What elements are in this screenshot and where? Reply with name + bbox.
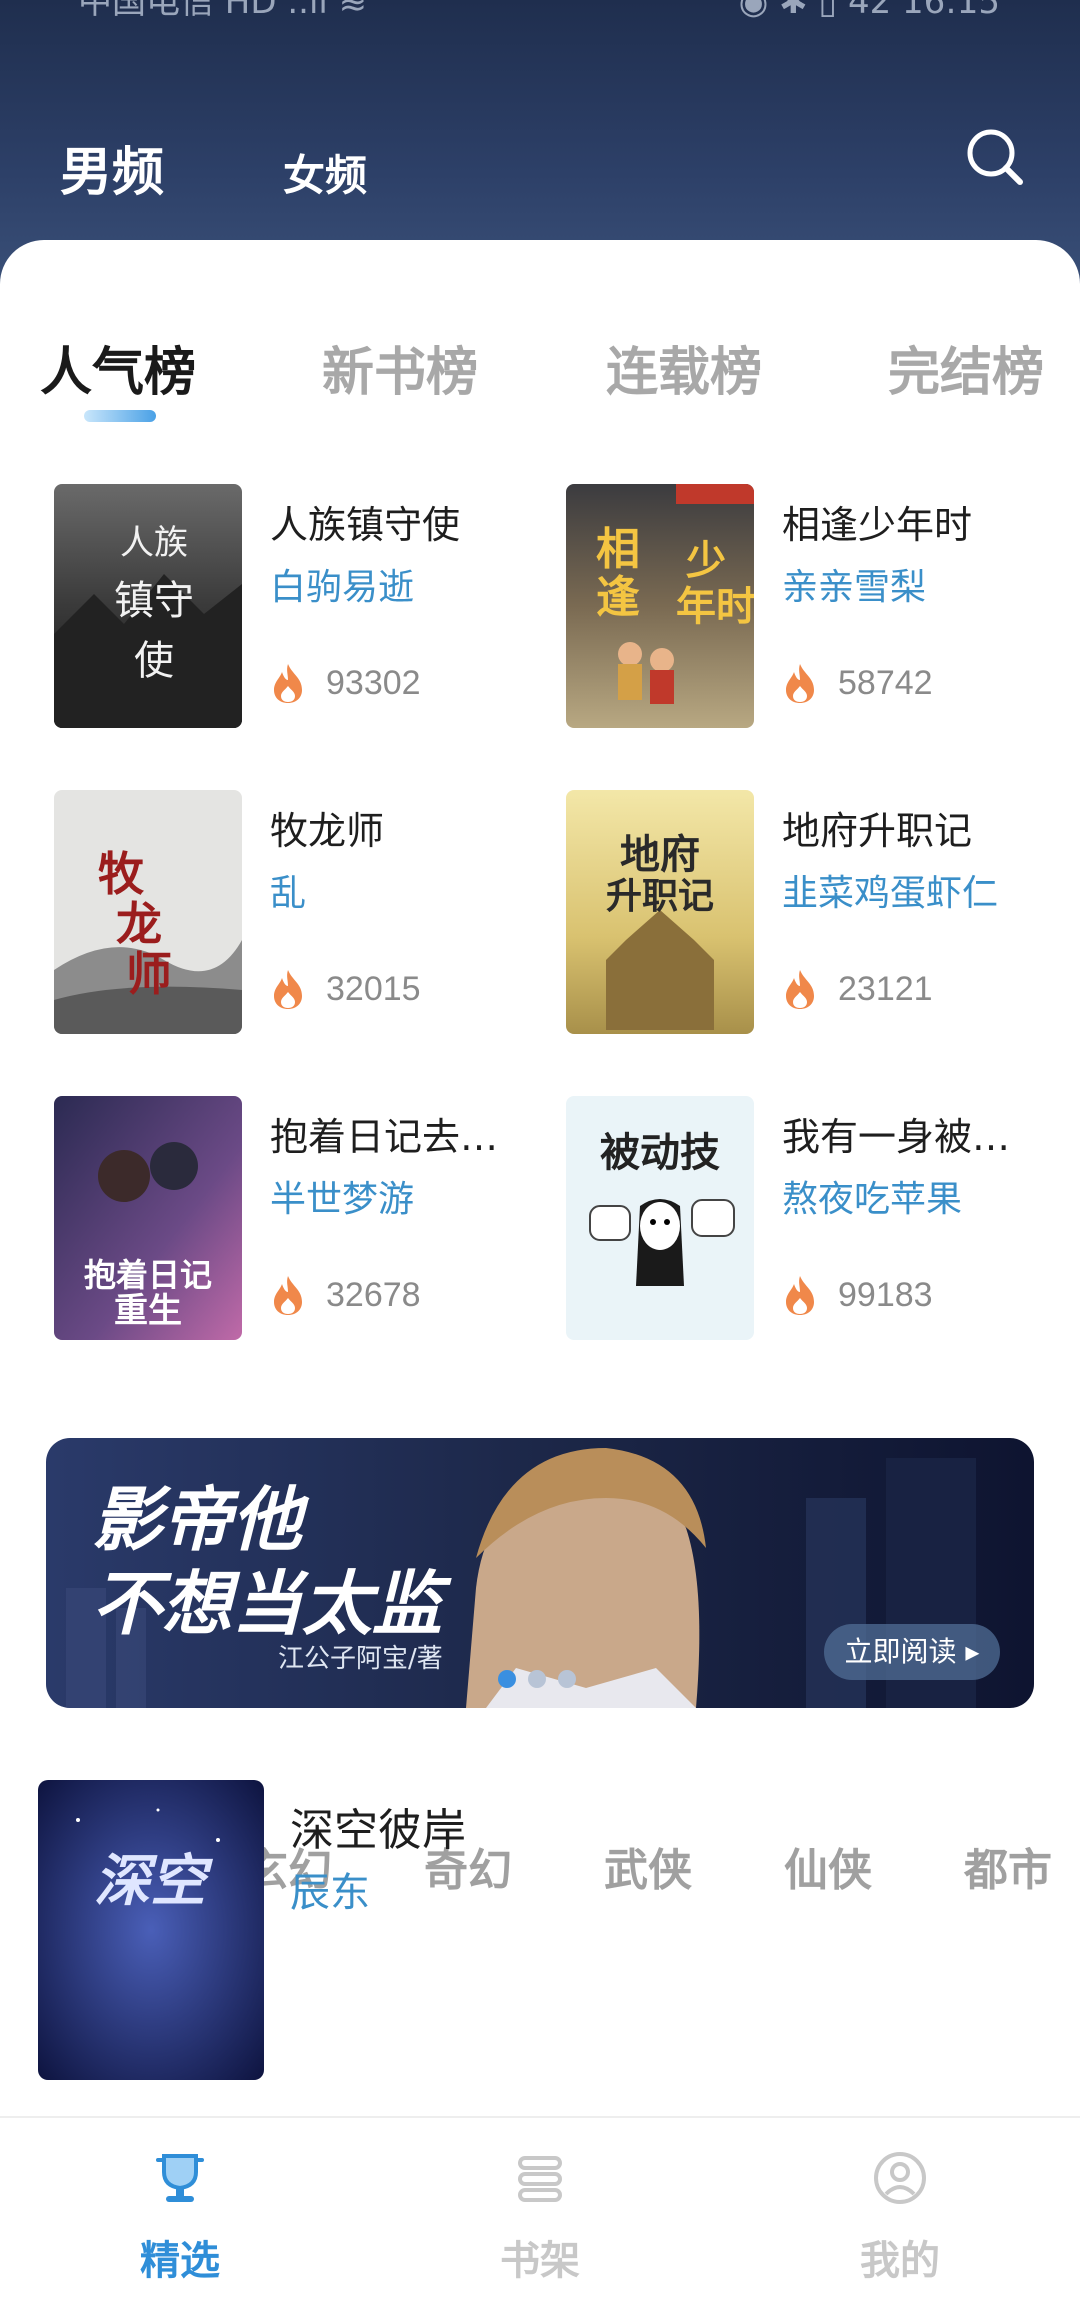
ranking-book-item[interactable]: 抱着日记 重生 抱着日记去… 半世梦游 32678 [54, 1096, 534, 1346]
svg-text:师: 师 [126, 947, 172, 1001]
svg-text:深空: 深空 [94, 1848, 214, 1914]
banner-title-line: 不想当太监 [92, 1562, 442, 1645]
read-now-button[interactable]: 立即阅读 ▸ [824, 1624, 1000, 1680]
fire-icon [786, 970, 814, 1009]
rank-tabs: 人气榜 新书榜 连载榜 完结榜 [0, 330, 1080, 430]
svg-text:镇守: 镇守 [114, 578, 194, 624]
ranking-book-item[interactable]: 牧 龙 师 牧龙师 乱 32015 [54, 790, 534, 1040]
ranking-book-item[interactable]: 人族 镇守 使 人族镇守使 白驹易逝 93302 [54, 484, 534, 734]
book-author[interactable]: 韭菜鸡蛋虾仁 [782, 864, 998, 916]
book-author[interactable]: 白驹易逝 [270, 558, 414, 610]
tab-serial-rank[interactable]: 连载榜 [606, 330, 762, 405]
svg-text:使: 使 [134, 638, 174, 684]
tab-popular-rank[interactable]: 人气榜 [40, 330, 196, 405]
carousel-dot[interactable] [558, 1670, 576, 1688]
list-book-item[interactable]: 深空 深空彼岸 辰东 [38, 1780, 1038, 2080]
book-title: 相逢少年时 [782, 503, 973, 547]
tab-female[interactable]: 女频 [283, 142, 367, 203]
tab-new-book-rank[interactable]: 新书榜 [322, 330, 478, 405]
svg-text:逢: 逢 [596, 572, 640, 623]
book-title: 地府升职记 [782, 809, 973, 853]
svg-text:抱着日记: 抱着日记 [84, 1256, 212, 1294]
top-nav: 男频 女频 [0, 120, 1080, 203]
heat-count: 32015 [326, 970, 421, 1008]
bottom-nav: 精选 书架 我的 [0, 2116, 1080, 2310]
book-author[interactable]: 亲亲雪梨 [782, 558, 926, 610]
book-cover: 人族 镇守 使 [54, 484, 242, 728]
svg-text:地府: 地府 [620, 831, 700, 878]
banner-title: 影帝他 不想当太监 [92, 1478, 442, 1646]
banner-author: 江公子阿宝/著 [278, 1644, 443, 1674]
promo-banner[interactable]: 影帝他 不想当太监 江公子阿宝/著 立即阅读 ▸ [46, 1438, 1034, 1708]
book-title: 抱着日记去… [270, 1115, 499, 1159]
svg-text:重生: 重生 [114, 1291, 182, 1331]
carousel-dot[interactable] [528, 1670, 546, 1688]
bookshelf-icon [518, 2156, 562, 2202]
book-author[interactable]: 半世梦游 [270, 1170, 414, 1222]
nav-profile[interactable]: 我的 [800, 2118, 1000, 2310]
nav-label: 我的 [860, 2237, 940, 2284]
book-cover: 地府 升职记 [566, 790, 754, 1034]
fire-icon [786, 1276, 814, 1315]
heat-count: 23121 [838, 970, 933, 1008]
trophy-icon [156, 2154, 204, 2202]
tab-male[interactable]: 男频 [60, 130, 164, 205]
heat-count: 93302 [326, 664, 421, 702]
book-author[interactable]: 熬夜吃苹果 [782, 1170, 962, 1222]
fire-icon [274, 1276, 302, 1315]
heat-count: 58742 [838, 664, 933, 702]
fire-icon [786, 664, 814, 703]
carousel-dot[interactable] [498, 1670, 516, 1688]
nav-bookshelf[interactable]: 书架 [440, 2118, 640, 2310]
book-title: 人族镇守使 [270, 503, 461, 547]
book-cover: 被动技 [566, 1096, 754, 1340]
app-screen: 中国电信 HD ..ıl ≋ ◉ ✱ ▯ 42 16:15 男频 女频 人气榜 … [0, 0, 1080, 2310]
book-title: 我有一身被… [782, 1115, 1011, 1159]
search-button[interactable] [962, 124, 1028, 190]
status-bar-right: ◉ ✱ ▯ 42 16:15 [738, 0, 1000, 22]
carousel-dots [498, 1670, 588, 1690]
tab-finished-rank[interactable]: 完结榜 [888, 330, 1044, 405]
nav-label: 书架 [500, 2237, 580, 2284]
svg-text:牧: 牧 [98, 847, 145, 901]
book-cover: 抱着日记 重生 [54, 1096, 242, 1340]
user-icon [874, 2152, 926, 2204]
book-author[interactable]: 辰东 [290, 1860, 370, 1918]
fire-icon [274, 970, 302, 1009]
fire-icon [274, 664, 302, 703]
book-cover: 深空 [38, 1780, 264, 2080]
heat-count: 99183 [838, 1276, 933, 1314]
ranking-book-item[interactable]: 被动技 我有一身被… 熬夜吃苹果 99183 [566, 1096, 1046, 1346]
book-title: 深空彼岸 [290, 1805, 466, 1856]
svg-text:被动技: 被动技 [600, 1129, 720, 1176]
book-cover: 相 逢 少 年时 [566, 484, 754, 728]
svg-text:人族: 人族 [120, 523, 188, 563]
search-icon [967, 129, 1023, 185]
nav-featured[interactable]: 精选 [80, 2118, 280, 2310]
svg-text:升职记: 升职记 [606, 875, 714, 917]
svg-text:年时: 年时 [676, 583, 754, 630]
nav-label: 精选 [140, 2237, 220, 2284]
ranking-book-item[interactable]: 相 逢 少 年时 相逢少年时 亲亲雪梨 58742 [566, 484, 1046, 734]
active-tab-indicator [84, 410, 156, 422]
svg-text:少: 少 [686, 537, 726, 584]
svg-text:龙: 龙 [116, 897, 162, 951]
ranking-book-item[interactable]: 地府 升职记 地府升职记 韭菜鸡蛋虾仁 23121 [566, 790, 1046, 1040]
book-author[interactable]: 乱 [270, 864, 306, 916]
book-title: 牧龙师 [270, 809, 385, 853]
status-bar: 中国电信 HD ..ıl ≋ ◉ ✱ ▯ 42 16:15 [0, 0, 1080, 30]
banner-title-line: 影帝他 [92, 1478, 302, 1561]
heat-count: 32678 [326, 1276, 421, 1314]
svg-text:相: 相 [596, 524, 640, 575]
book-cover: 牧 龙 师 [54, 790, 242, 1034]
status-bar-left: 中国电信 HD ..ıl ≋ [78, 0, 368, 22]
